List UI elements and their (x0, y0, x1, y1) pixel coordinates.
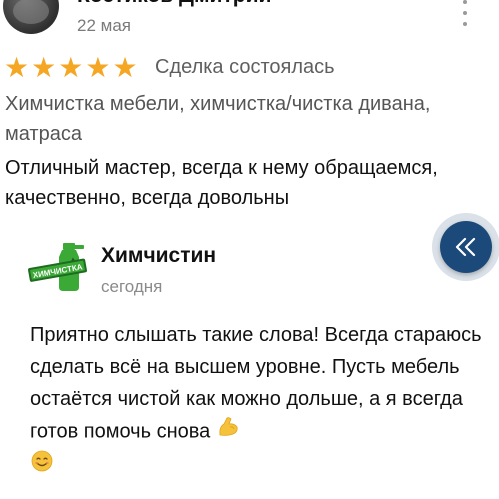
avatar-photo (13, 0, 49, 24)
business-logo[interactable]: ХИМЧИСТКА (27, 243, 91, 295)
rating-stars: ★ ★ ★ ★ ★ (4, 54, 138, 82)
smiling-face-emoji (30, 449, 54, 483)
deal-status-label: Сделка состоялась (155, 56, 335, 78)
reply-text: Приятно слышать такие слова! Всегда стар… (30, 324, 482, 443)
spray-bottle-logo-icon: ХИМЧИСТКА (28, 243, 87, 291)
business-name[interactable]: Химчистин (101, 244, 216, 268)
reviewer-name[interactable]: Костиков Дмитрий (77, 0, 271, 8)
collapse-button[interactable] (440, 221, 492, 273)
star-icon: ★ (31, 52, 57, 83)
review-date: 22 мая (77, 16, 131, 35)
flexed-biceps-emoji (216, 415, 240, 449)
star-icon: ★ (4, 52, 30, 83)
reply-date: сегодня (101, 277, 163, 296)
star-icon: ★ (85, 52, 111, 83)
reviewer-avatar[interactable] (3, 0, 59, 34)
more-options-icon[interactable] (456, 0, 474, 26)
reply-text-block: Приятно слышать такие слова! Всегда стар… (30, 319, 495, 483)
star-icon: ★ (58, 52, 84, 83)
double-chevron-left-icon (455, 237, 476, 257)
review-services: Химчистка мебели, химчистка/чистка диван… (5, 93, 431, 145)
more-dot (463, 0, 467, 4)
more-dot (463, 22, 467, 26)
star-icon: ★ (112, 52, 138, 83)
review-text: Отличный мастер, всегда к нему обращаемс… (5, 157, 438, 209)
more-dot (463, 11, 467, 15)
